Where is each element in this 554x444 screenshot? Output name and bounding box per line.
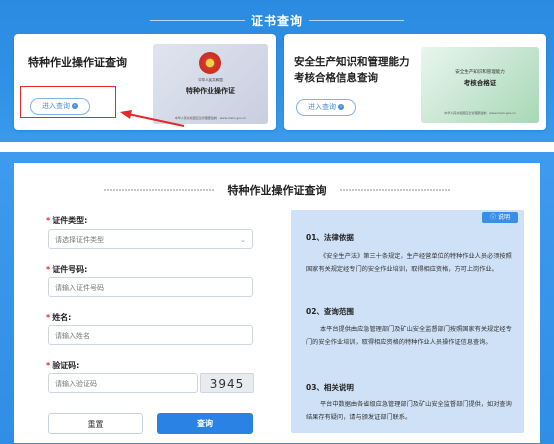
name-label: * 姓名: <box>46 313 72 322</box>
id-type-select[interactable]: 请选择证件类型 ⌄ <box>48 229 253 249</box>
info-tag: ⓘ 说明 <box>482 212 518 223</box>
enter-query-button[interactable]: 进入查询 › <box>296 99 356 116</box>
section-text: 本平台提供由应急管理部门及矿山安全监督部门按照国家有关规定经专门的安全作业培训，… <box>306 326 512 346</box>
arrow-right-icon: › <box>338 104 344 110</box>
section-heading: 03、相关说明 <box>306 383 354 392</box>
certificate-image: 安全生产知识和管理能力 考核合格证 中华人民共和国应急管理部监制 · www.m… <box>421 47 539 123</box>
certificate-query-panel: 证书查询 特种作业操作证查询 进入查询 › 中华人民共和国 特种作业操作证 中华人… <box>0 0 554 142</box>
reset-button[interactable]: 重置 <box>48 413 143 434</box>
query-form-card: 特种作业操作证查询 * 证件类型: 请选择证件类型 ⌄ * 证件号码: 请输入证件号码… <box>14 163 540 443</box>
form-title: 特种作业操作证查询 <box>227 184 327 197</box>
captcha-input[interactable]: 请输入验证码 <box>48 373 198 393</box>
red-arrow-icon <box>120 110 185 127</box>
card-title: 安全生产知识和管理能力 考核合格信息查询 <box>294 56 410 84</box>
national-emblem-icon <box>199 52 221 74</box>
id-number-label: * 证件号码: <box>46 265 88 274</box>
captcha-label: * 验证码: <box>46 361 80 370</box>
panel-title: 证书查询 <box>250 14 303 28</box>
id-number-input[interactable]: 请输入证件号码 <box>48 277 253 297</box>
section-text: 平台中数据由各省级应急管理部门及矿山安全监督部门提供，如对查询结果存有疑问，请与… <box>306 401 512 421</box>
captcha-image[interactable]: 3945 <box>200 373 254 393</box>
safety-knowledge-card[interactable]: 安全生产知识和管理能力 考核合格信息查询 进入查询 › 安全生产知识和管理能力 考… <box>284 34 546 130</box>
highlight-box <box>20 86 116 118</box>
name-input[interactable]: 请输入姓名 <box>48 325 253 345</box>
query-button[interactable]: 查询 <box>157 413 253 434</box>
section-text: 《安全生产法》第三十条规定，生产经营单位的特种作业人员必须按照国家有关规定经专门… <box>306 253 512 273</box>
section-heading: 02、查询范围 <box>306 307 354 316</box>
section-heading: 01、法律依据 <box>306 233 354 242</box>
card-title: 特种作业操作证查询 <box>28 56 127 69</box>
id-type-label: * 证件类型: <box>46 216 88 225</box>
chevron-down-icon: ⌄ <box>240 236 246 244</box>
info-panel: ⓘ 说明 01、法律依据 《安全生产法》第三十条规定，生产经营单位的特种作业人员… <box>291 210 524 433</box>
query-form-panel: 特种作业操作证查询 * 证件类型: 请选择证件类型 ⌄ * 证件号码: 请输入证件号码… <box>0 152 554 444</box>
